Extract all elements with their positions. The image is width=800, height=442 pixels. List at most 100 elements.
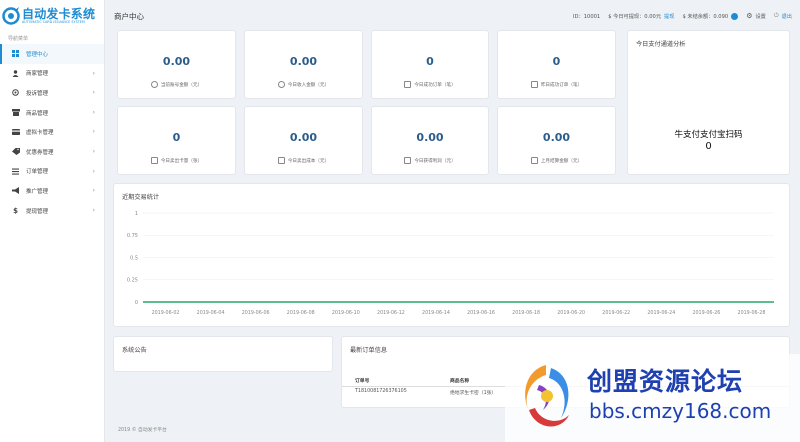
sidebar-item-orders[interactable]: 订单管理 › <box>0 162 104 182</box>
y-tick-label: 0.25 <box>127 278 138 284</box>
sidebar-item-label: 商品管理 <box>26 110 49 117</box>
chevron-right-icon: › <box>92 187 95 195</box>
stat-value: 0.00 <box>542 131 571 144</box>
logout-button[interactable]: ⏻ 退出 <box>774 12 792 20</box>
stat-card: 0 今日卖出卡量（张） <box>117 106 236 175</box>
user-icon <box>11 69 20 78</box>
chevron-right-icon: › <box>92 147 95 155</box>
settlement-icon <box>530 157 538 164</box>
watermark-logo-icon <box>525 365 569 427</box>
chevron-right-icon: › <box>92 206 95 214</box>
unsettled-balance: $ 未结余额：0.090 <box>682 13 729 20</box>
sidebar-item-virtual-cards[interactable]: 虚拟卡管理 › <box>0 122 104 142</box>
x-tick-label: 2019-06-08 <box>287 310 315 316</box>
logo-icon <box>2 7 20 25</box>
x-tick-label: 2019-06-14 <box>422 310 450 316</box>
stat-card: 0 今日成功订单（笔） <box>371 30 489 99</box>
stat-card: 0.00 上月结算金额（元） <box>497 106 616 175</box>
panel-title: 系统公告 <box>122 347 147 354</box>
dollar-icon <box>150 81 158 88</box>
gear-icon: ⚙ <box>746 12 753 20</box>
merchant-id: ID：10001 <box>573 13 601 20</box>
payment-channel-name: 牛支付支付宝扫码 <box>674 130 743 140</box>
card-icon <box>11 128 20 137</box>
stat-label: 今日成功订单（笔） <box>414 82 456 88</box>
stat-label: 昨日成功订单（笔） <box>540 82 583 88</box>
logo[interactable]: 自动发卡系统 AUTOMATIC CARD ISSUANCE SYSTEM <box>0 0 104 32</box>
calendar-icon <box>530 81 538 88</box>
sidebar-item-dashboard[interactable]: 管理中心 <box>0 44 104 64</box>
stat-value: 0 <box>426 55 434 68</box>
x-tick-label: 2019-06-06 <box>242 310 270 316</box>
dashboard-icon <box>11 49 20 58</box>
panel-title: 今日支付通道分析 <box>636 41 686 48</box>
panel-title: 最新订单信息 <box>350 347 388 354</box>
watermark-url: bbs.cmzy168.com <box>589 399 772 423</box>
trade-stats-panel: 近期交易统计 1 0.75 0.5 0.25 0 2019-06-02 2019-06-04… <box>113 183 790 327</box>
chevron-right-icon: › <box>92 128 95 136</box>
stat-card: 0 昨日成功订单（笔） <box>497 30 616 99</box>
x-tick-label: 2019-06-04 <box>197 310 225 316</box>
x-tick-label: 2019-06-20 <box>557 310 585 316</box>
sidebar-item-withdraw[interactable]: $ 提现管理 › <box>0 201 104 221</box>
stat-label: 今日获得利润（元） <box>414 158 456 164</box>
store-icon <box>11 108 20 117</box>
power-icon: ⏻ <box>773 12 779 19</box>
withdraw-link[interactable]: 提现 <box>664 13 674 20</box>
gear-icon <box>11 88 20 97</box>
y-tick-label: 1 <box>135 211 138 217</box>
sidebar-item-label: 推广管理 <box>26 188 49 195</box>
sidebar-item-complaints[interactable]: 投诉管理 › <box>0 83 104 103</box>
sidebar: 自动发卡系统 AUTOMATIC CARD ISSUANCE SYSTEM 导航… <box>0 0 105 442</box>
dollar-icon: $ <box>13 206 18 215</box>
sidebar-item-label: 管理中心 <box>26 51 49 58</box>
order-no: T1810081726376105 <box>355 389 407 394</box>
stat-label: 今日卖出卡量（张） <box>160 158 203 164</box>
document-icon <box>404 81 412 88</box>
stat-card: 0.00 今日获得利润（元） <box>371 106 489 175</box>
column-product: 商品名称 <box>450 379 470 384</box>
x-tick-label: 2019-06-24 <box>647 310 675 316</box>
stat-label: 当前账号金额（元） <box>160 82 203 88</box>
ticket-icon <box>11 147 20 156</box>
stat-value: 0 <box>552 55 561 68</box>
sidebar-item-promotion[interactable]: 推广管理 › <box>0 181 104 201</box>
logo-subtitle: AUTOMATIC CARD ISSUANCE SYSTEM <box>22 19 85 24</box>
sidebar-item-products[interactable]: 商品管理 › <box>0 103 104 123</box>
withdrawable-amount: $ 今日可提现：0.00元 <box>608 13 662 20</box>
chevron-right-icon: › <box>92 89 95 97</box>
stat-value: 0.00 <box>162 55 191 68</box>
settings-button[interactable]: ⚙ 设置 <box>746 12 766 20</box>
stat-label: 上月结算金额（元） <box>540 158 583 164</box>
stat-value: 0 <box>172 131 181 144</box>
sidebar-item-coupons[interactable]: 优惠券管理 › <box>0 142 104 162</box>
sidebar-item-label: 虚拟卡管理 <box>26 130 54 137</box>
stat-card: 0.00 当前账号金额（元） <box>117 30 236 99</box>
chevron-right-icon: › <box>92 69 95 77</box>
y-tick-label: 0.5 <box>130 255 138 261</box>
eye-icon[interactable] <box>731 12 739 20</box>
x-tick-label: 2019-06-22 <box>602 310 630 316</box>
stat-value: 0.00 <box>416 131 444 144</box>
chevron-right-icon: › <box>92 108 95 116</box>
footer: 2019 © 自动发卡平台 <box>118 428 167 433</box>
y-tick-label: 0.75 <box>127 233 138 239</box>
stat-label: 今日卖出成本（元） <box>287 158 330 164</box>
topbar: 商户中心 ID：10001 $ 今日可提现：0.00元 提现 $ 未结余额：0.… <box>106 0 800 32</box>
x-tick-label: 2019-06-26 <box>692 310 720 316</box>
column-order-no: 订单号 <box>355 379 370 384</box>
card-icon <box>150 157 158 164</box>
payment-channel-panel: 今日支付通道分析 牛支付支付宝扫码 0 <box>627 30 790 175</box>
x-tick-label: 2019-06-18 <box>512 310 540 316</box>
page-title: 商户中心 <box>114 11 144 21</box>
stat-value: 0.00 <box>289 55 318 68</box>
watermark-text: 创盟资源论坛 <box>587 367 744 396</box>
sidebar-item-merchants[interactable]: 商家管理 › <box>0 64 104 84</box>
megaphone-icon <box>11 186 20 195</box>
money-icon <box>277 81 285 88</box>
chevron-right-icon: › <box>92 167 95 175</box>
sidebar-item-label: 订单管理 <box>26 169 49 176</box>
stat-value: 0.00 <box>289 131 318 144</box>
list-icon <box>11 167 20 176</box>
nav-caption: 导航菜单 <box>8 36 29 42</box>
